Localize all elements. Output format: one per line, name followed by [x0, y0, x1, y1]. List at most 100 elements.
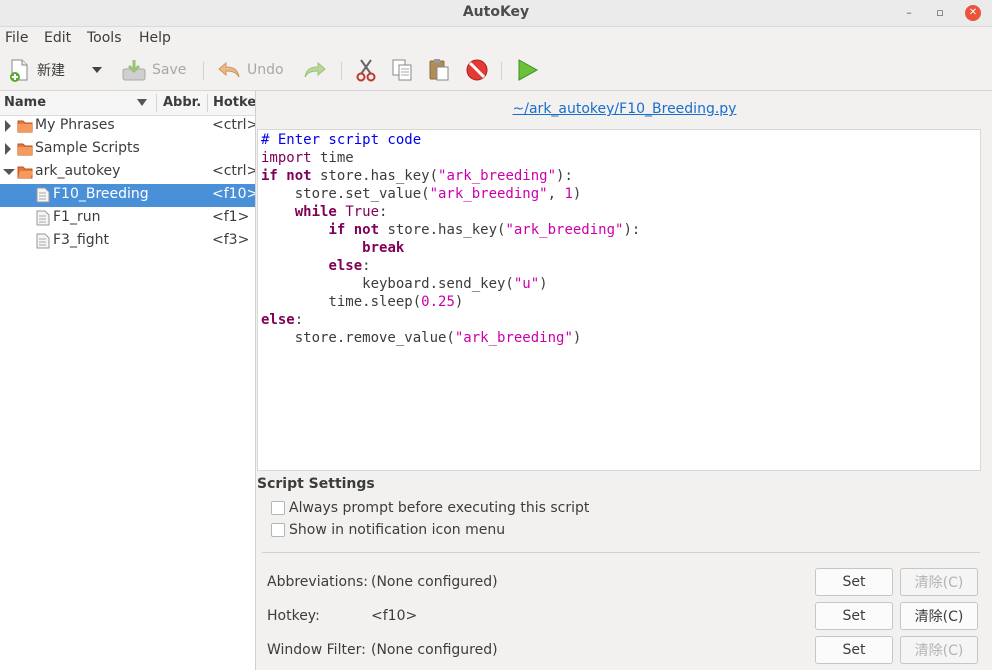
abbreviations-set-button[interactable]: Set: [815, 568, 893, 596]
show-in-menu-checkbox[interactable]: [271, 523, 285, 537]
abbreviations-value: (None configured): [371, 574, 498, 590]
menu-tools[interactable]: Tools: [87, 30, 122, 46]
menu-help[interactable]: Help: [139, 30, 171, 46]
show-in-menu-label: Show in notification icon menu: [289, 522, 506, 538]
undo-button-label: Undo: [247, 62, 284, 78]
script-file-icon: [36, 233, 50, 249]
new-document-icon: [10, 59, 28, 82]
tree-item-label: Sample Scripts: [35, 140, 140, 156]
abbreviations-label: Abbreviations:: [267, 574, 368, 590]
copy-icon: [392, 59, 412, 81]
tree-item-label: F1_run: [53, 209, 101, 225]
always-prompt-checkbox[interactable]: [271, 501, 285, 515]
tree-item-hotkey: <ctrl>+: [212, 117, 255, 133]
tree-row-sample-scripts[interactable]: Sample Scripts: [0, 138, 255, 161]
tree-item-hotkey: <f3>: [212, 232, 250, 248]
save-icon: [122, 60, 146, 81]
cut-button[interactable]: [355, 56, 377, 84]
code-line: while True:: [294, 204, 388, 220]
folder-icon: [17, 143, 33, 156]
new-button[interactable]: 新建: [9, 56, 65, 84]
window-filter-value: (None configured): [371, 642, 498, 658]
tree-row-ark-autokey[interactable]: ark_autokey <ctrl>+: [0, 161, 255, 184]
window-filter-set-button[interactable]: Set: [815, 636, 893, 664]
expand-arrow-icon[interactable]: [5, 143, 11, 155]
code-line: if not store.has_key("ark_breeding"):: [328, 222, 641, 238]
maximize-icon[interactable]: ▫: [930, 3, 950, 23]
script-settings-heading: Script Settings: [257, 476, 375, 492]
abbreviations-clear-button[interactable]: 清除(C): [900, 568, 978, 596]
redo-button[interactable]: [303, 56, 327, 84]
window-filter-label: Window Filter:: [267, 642, 366, 658]
copy-button[interactable]: [391, 56, 413, 84]
tree-item-label: ark_autokey: [35, 163, 121, 179]
paste-button[interactable]: [428, 56, 450, 84]
expand-arrow-icon[interactable]: [5, 120, 11, 132]
column-name-header[interactable]: Name: [4, 95, 46, 110]
column-divider: [156, 94, 157, 112]
code-line: if not store.has_key("ark_breeding"):: [261, 168, 573, 184]
column-divider: [207, 94, 208, 112]
code-line: store.set_value("ark_breeding", 1): [261, 186, 582, 202]
column-hotkey-header[interactable]: Hotke: [213, 95, 255, 110]
column-abbr-header[interactable]: Abbr.: [163, 95, 201, 110]
new-dropdown-button[interactable]: [91, 56, 103, 84]
show-in-menu-checkbox-row[interactable]: Show in notification icon menu: [271, 522, 505, 538]
tree-row-f10-breeding[interactable]: F10_Breeding <f10>: [0, 184, 255, 207]
always-prompt-label: Always prompt before executing this scri…: [289, 500, 590, 516]
toolbar-separator: [501, 62, 502, 80]
window-filter-clear-button[interactable]: 清除(C): [900, 636, 978, 664]
undo-icon: [218, 61, 240, 78]
script-editor-pane: ~/ark_autokey/F10_Breeding.py # Enter sc…: [257, 91, 992, 670]
tree-item-hotkey: <f1>: [212, 209, 250, 225]
play-icon: [518, 59, 539, 81]
save-button-label: Save: [152, 62, 187, 78]
tree-row-my-phrases[interactable]: My Phrases <ctrl>+: [0, 115, 255, 138]
new-button-label: 新建: [37, 63, 65, 79]
code-line: break: [362, 240, 405, 256]
run-button[interactable]: [515, 56, 539, 84]
tree-item-label: F3_fight: [53, 232, 110, 248]
menu-edit[interactable]: Edit: [44, 30, 71, 46]
window-title: AutoKey: [462, 4, 530, 20]
hotkey-set-button[interactable]: Set: [815, 602, 893, 630]
code-line: store.remove_value("ark_breeding"): [261, 330, 582, 346]
code-editor[interactable]: # Enter script code import time if not s…: [257, 129, 981, 471]
chevron-down-icon: [92, 67, 102, 73]
save-button[interactable]: Save: [122, 56, 186, 84]
collapse-arrow-icon[interactable]: [3, 169, 15, 175]
menu-bar: File Edit Tools Help: [0, 27, 992, 51]
menu-file[interactable]: File: [5, 30, 28, 46]
paste-icon: [429, 59, 449, 81]
code-line: import time: [261, 150, 354, 166]
tree-item-hotkey: <ctrl>+: [212, 163, 255, 179]
script-file-icon: [36, 187, 50, 203]
always-prompt-checkbox-row[interactable]: Always prompt before executing this scri…: [271, 500, 589, 516]
script-file-icon: [36, 210, 50, 226]
folder-tree[interactable]: Name Abbr. Hotke My Phrases <ctrl>+ Samp…: [0, 91, 256, 670]
code-line: else:: [328, 258, 371, 274]
scissors-icon: [356, 59, 376, 82]
hotkey-label: Hotkey:: [267, 608, 320, 624]
title-bar: AutoKey – ▫ ✕: [0, 0, 992, 27]
toolbar-separator: [203, 62, 204, 80]
open-folder-icon: [17, 166, 33, 179]
toolbar-separator: [341, 62, 342, 80]
tree-item-label: F10_Breeding: [53, 186, 149, 202]
tree-row-f3-fight[interactable]: F3_fight <f3>: [0, 230, 255, 253]
stop-button[interactable]: [465, 56, 489, 84]
undo-button[interactable]: Undo: [217, 56, 284, 84]
hotkey-clear-button[interactable]: 清除(C): [900, 602, 978, 630]
file-path-link[interactable]: ~/ark_autokey/F10_Breeding.py: [257, 101, 992, 117]
minimize-icon[interactable]: –: [899, 3, 919, 23]
code-line: keyboard.send_key("u"): [261, 276, 548, 292]
code-line: # Enter script code: [261, 132, 422, 148]
tree-header: Name Abbr. Hotke: [0, 91, 255, 116]
tree-row-f1-run[interactable]: F1_run <f1>: [0, 207, 255, 230]
toolbar: 新建 Save Undo: [0, 52, 992, 91]
stop-icon: [466, 59, 488, 81]
code-line: else:: [261, 312, 304, 328]
hotkey-value: <f10>: [371, 608, 418, 624]
close-icon[interactable]: ✕: [965, 5, 981, 21]
tree-item-label: My Phrases: [35, 117, 115, 133]
